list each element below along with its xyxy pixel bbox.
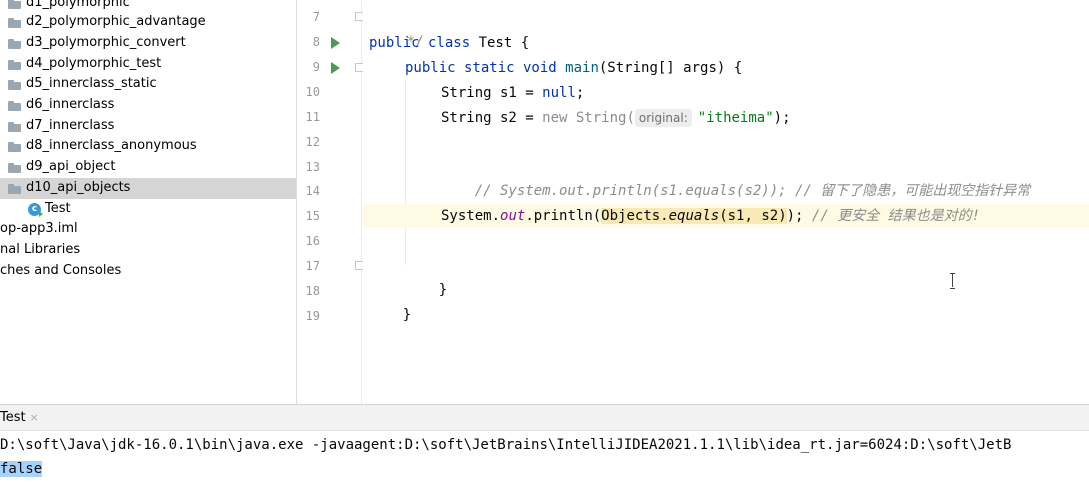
tree-item-d10[interactable]: d10_api_objects	[0, 178, 296, 199]
code-line-10: String s1 = null;	[441, 81, 1089, 105]
static-method: equals	[668, 208, 720, 224]
code-line-11: String s2 = new String(original: "itheima…	[441, 106, 1089, 130]
run-main-icon[interactable]	[331, 62, 340, 74]
tree-item-label: d1_polymorphic	[26, 0, 130, 10]
line-number: 9	[312, 60, 320, 74]
folder-icon	[8, 60, 21, 70]
code-text: (s1, s2)	[719, 208, 787, 224]
line-number: 17	[305, 259, 320, 273]
tree-item-d3[interactable]: d3_polymorphic_convert	[0, 33, 296, 54]
tree-item-test-class[interactable]: c Test	[0, 199, 296, 220]
project-tree: d1_polymorphic d2_polymorphic_advantage …	[0, 0, 297, 404]
code-line-18: }	[369, 279, 1089, 323]
code-line-8: public class Test {	[369, 31, 1089, 55]
run-panel: Test × D:\soft\Java\jdk-16.0.1\bin\java.e…	[0, 404, 1089, 493]
line-number: 8	[312, 35, 320, 49]
indent-guide	[405, 80, 406, 265]
code-comment: // System.out.println(s1.equals(s2)); //…	[474, 183, 1031, 199]
tree-item-label: d6_innerclass	[26, 97, 115, 112]
tree-item-d4[interactable]: d4_polymorphic_test	[0, 54, 296, 75]
folder-icon	[8, 0, 21, 9]
folder-icon	[8, 142, 21, 152]
line-number: 11	[305, 110, 320, 124]
folder-icon	[8, 39, 21, 49]
console-command-line: D:\soft\Java\jdk-16.0.1\bin\java.exe -ja…	[0, 437, 1012, 453]
code-text: }	[402, 307, 412, 323]
code-text: .println(	[525, 208, 602, 224]
folder-icon	[8, 101, 21, 111]
line-number: 15	[305, 209, 320, 223]
line-number: 19	[305, 309, 320, 323]
close-icon[interactable]: ×	[30, 411, 39, 424]
tree-item-label: Test	[45, 201, 71, 216]
tree-item-label: d10_api_objects	[26, 180, 131, 195]
code-editor[interactable]: */ public class Test { public static voi…	[363, 0, 1089, 404]
code-text: String s2 =	[441, 110, 543, 126]
parameter-hint: original:	[634, 109, 692, 127]
string-literal: "itheima"	[697, 110, 774, 126]
code-comment: // 更安全 结果也是对的!	[811, 208, 981, 224]
console-output-line: false	[0, 459, 43, 479]
tree-item-label: d2_polymorphic_advantage	[26, 14, 206, 29]
folder-icon	[8, 122, 21, 132]
line-number: 10	[305, 85, 320, 99]
editor-gutter: 7 8 9 10 11 12 13 14 15 16 17 18 19	[298, 0, 364, 404]
keyword: public static void	[405, 60, 566, 76]
text-cursor-icon	[950, 273, 956, 289]
run-tabbar: Test ×	[0, 405, 1089, 431]
line-number: 16	[305, 234, 320, 248]
tree-item-d2[interactable]: d2_polymorphic_advantage	[0, 12, 296, 33]
line-number: 13	[305, 160, 320, 174]
folder-icon	[8, 18, 21, 28]
folder-icon	[8, 163, 21, 173]
code-text: Objects.	[601, 208, 669, 224]
code-line-7: */	[373, 6, 1089, 50]
line-number: 18	[305, 284, 320, 298]
tree-item-d7[interactable]: d7_innerclass	[0, 116, 296, 137]
tree-item-label: d8_innerclass_anonymous	[26, 138, 197, 153]
code-line-17: }	[405, 254, 1089, 298]
java-class-icon: c	[28, 203, 43, 217]
keyword: new String(	[542, 110, 635, 126]
run-class-icon[interactable]	[331, 37, 340, 49]
code-line-9: public static void main(String[] args) {	[405, 56, 1089, 80]
code-line-15: System.out.println(Objects.equals(s1, s2…	[363, 204, 1089, 228]
console-output: false	[0, 461, 43, 477]
tree-item-label: op-app3.iml	[0, 221, 78, 236]
tree-item-scratches[interactable]: ches and Consoles	[0, 261, 296, 282]
tree-item-label: ches and Consoles	[0, 263, 122, 278]
run-tab-label: Test	[0, 410, 26, 425]
keyword: null	[542, 85, 576, 101]
tree-item-d8[interactable]: d8_innerclass_anonymous	[0, 136, 296, 157]
highlighted-expression: Objects.equals(s1, s2)	[601, 208, 787, 224]
tree-item-label: nal Libraries	[0, 242, 81, 257]
folder-icon	[8, 184, 21, 194]
tree-item-d5[interactable]: d5_innerclass_static	[0, 74, 296, 95]
tree-item-d9[interactable]: d9_api_object	[0, 157, 296, 178]
tree-item-label: d5_innerclass_static	[26, 76, 157, 91]
code-text: ;	[575, 85, 585, 101]
code-text: String s1 =	[441, 85, 543, 101]
tree-item-d6[interactable]: d6_innerclass	[0, 95, 296, 116]
method-name: main	[565, 60, 599, 76]
code-line-13: // System.out.println(s1.equals(s2)); //…	[441, 155, 1089, 199]
tree-item-label: d9_api_object	[26, 159, 116, 174]
keyword: public class	[369, 35, 479, 51]
run-tab-test[interactable]: Test ×	[0, 405, 45, 431]
tree-item-label: d4_polymorphic_test	[26, 56, 162, 71]
code-text: (String[] args) {	[598, 60, 743, 76]
code-text: );	[773, 110, 791, 126]
line-number: 14	[305, 184, 320, 198]
line-number: 7	[312, 10, 320, 24]
code-text: System.	[441, 208, 501, 224]
tree-item-iml[interactable]: op-app3.iml	[0, 219, 296, 240]
tree-item-external-libraries[interactable]: nal Libraries	[0, 240, 296, 261]
folder-icon	[8, 80, 21, 90]
code-text: );	[786, 208, 812, 224]
tree-item-label: d7_innerclass	[26, 118, 115, 133]
tree-item-label: d3_polymorphic_convert	[26, 35, 186, 50]
line-number: 12	[305, 135, 320, 149]
static-field: out	[500, 208, 526, 224]
code-text: Test {	[478, 35, 530, 51]
